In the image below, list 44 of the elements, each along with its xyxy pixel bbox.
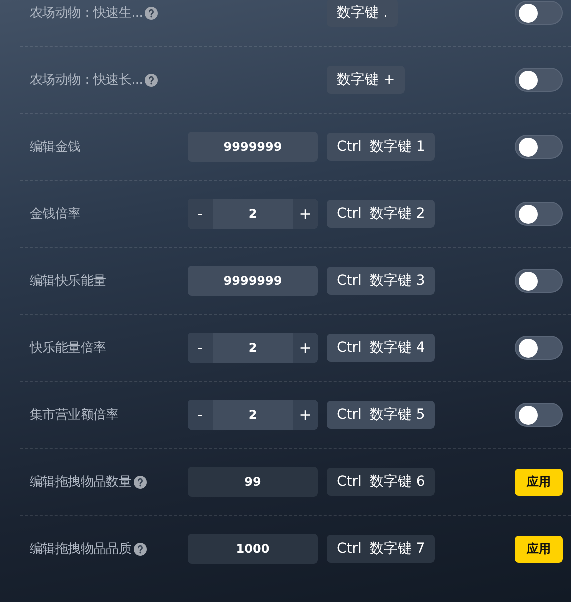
increment-button[interactable]: + [293,333,318,363]
toggle-switch[interactable] [515,269,563,293]
hotkey-badge: Ctrl 数字键 1 [327,133,436,161]
stepper-field[interactable]: - 2 + [188,333,318,363]
apply-button[interactable]: 应用 [515,536,563,562]
decrement-button[interactable]: - [188,400,213,430]
option-label: 编辑快乐能量 [30,273,106,290]
option-label: 金钱倍率 [30,206,81,223]
hotkey-badge: Ctrl 数字键 7 [327,535,436,563]
option-label: 快乐能量倍率 [30,340,106,357]
value-field[interactable]: 1000 [188,534,318,564]
value-field[interactable]: 99 [188,467,318,497]
hotkey-badge: 数字键 . [327,0,398,27]
toggle-switch[interactable] [515,403,563,427]
decrement-button[interactable]: - [188,333,213,363]
toggle-switch[interactable] [515,68,563,92]
value-field[interactable]: 9999999 [188,132,318,162]
toggle-switch[interactable] [515,135,563,159]
stepper-field[interactable]: - 2 + [188,199,318,229]
option-label: 集市营业额倍率 [30,407,119,424]
stepper-field[interactable]: - 2 + [188,400,318,430]
option-label: 农场动物：快速生... [30,5,144,22]
help-icon[interactable] [145,6,158,20]
option-label: 编辑拖拽物品数量 [30,474,132,491]
toggle-switch[interactable] [515,202,563,226]
help-icon[interactable] [134,476,147,488]
option-label: 编辑拖拽物品品质 [30,541,132,558]
hotkey-badge: Ctrl 数字键 5 [327,401,436,429]
value-field[interactable]: 9999999 [188,266,318,296]
help-icon[interactable] [145,74,158,86]
increment-button[interactable]: + [293,199,318,229]
apply-button[interactable]: 应用 [515,468,563,496]
hotkey-badge: Ctrl 数字键 2 [327,200,436,228]
hotkey-badge: 数字键 + [327,66,406,94]
help-icon[interactable] [134,542,147,556]
hotkey-badge: Ctrl 数字键 4 [327,334,436,362]
increment-button[interactable]: + [293,400,318,430]
hotkey-badge: Ctrl 数字键 6 [327,468,436,496]
option-label: 农场动物：快速长... [30,72,144,89]
toggle-switch[interactable] [515,336,563,360]
toggle-switch[interactable] [515,1,563,25]
decrement-button[interactable]: - [188,199,213,229]
hotkey-badge: Ctrl 数字键 3 [327,267,436,295]
option-label: 编辑金钱 [30,139,81,156]
